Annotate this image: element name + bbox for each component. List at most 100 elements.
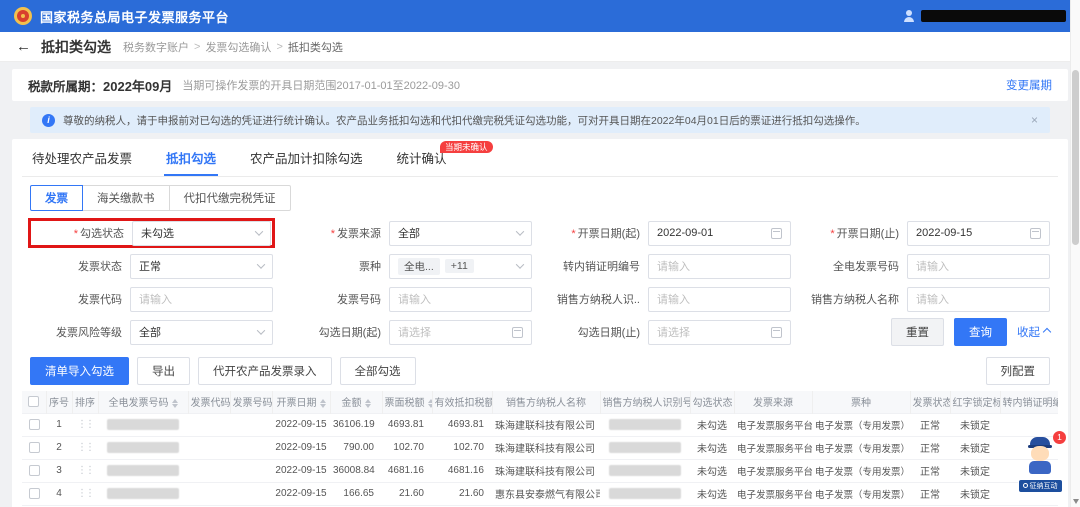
transfer-cert-no-input[interactable]: 请输入 (648, 253, 791, 279)
invoice-status-select[interactable]: 正常 (130, 253, 273, 279)
check-date-end-picker[interactable]: 请选择 (648, 319, 791, 345)
drag-handle-icon[interactable]: ⋮⋮ (77, 442, 95, 453)
col-red_lock: 红字锁定标志 (950, 391, 1001, 413)
invoice-source-select[interactable]: 全部 (389, 220, 532, 246)
filter-risk-level: 发票风险等级 全部 (30, 319, 273, 345)
col-tax[interactable]: 票面税额 (382, 391, 433, 413)
tab-pending-agri-invoices[interactable]: 待处理农产品发票 (30, 139, 134, 176)
scrollbar-thumb[interactable] (1072, 70, 1079, 245)
seller-tax-id-input[interactable]: 请输入 (648, 286, 791, 312)
select-all-button[interactable]: 全部勾选 (339, 357, 416, 385)
subtab-group: 发票 海关缴款书 代扣代缴完税凭证 (22, 177, 1058, 215)
cell-number (230, 436, 272, 460)
invoice-date-start-picker[interactable]: 2022-09-01 (648, 220, 791, 246)
close-icon[interactable]: × (1021, 113, 1038, 127)
col-label: 开票日期 (276, 398, 317, 410)
sort-icon[interactable] (319, 399, 326, 409)
cell-check_status: 未勾选 (690, 482, 734, 506)
row-checkbox[interactable] (28, 418, 40, 430)
cell-date: 2022-09-15 (272, 412, 330, 437)
check-status-select[interactable]: 未勾选 (132, 220, 271, 246)
tab-bar: 待处理农产品发票 抵扣勾选 农产品加计扣除勾选 统计确认 当期未确认 (22, 139, 1058, 177)
select-all-checkbox[interactable] (28, 396, 40, 408)
filter-label: 勾选日期(止) (577, 327, 640, 339)
cell-sel (22, 482, 46, 506)
col-digital_no[interactable]: 全电发票号码 (98, 391, 189, 413)
agri-invoice-entry-button[interactable]: 代开农产品发票录入 (198, 357, 332, 385)
assistant-label-text: 征纳互动 (1029, 482, 1058, 490)
row-checkbox[interactable] (28, 487, 40, 499)
tax-officer-mascot-icon[interactable] (1023, 437, 1057, 475)
check-date-start-picker[interactable]: 请选择 (389, 319, 532, 345)
cell-red_lock: 未锁定 (950, 412, 1000, 437)
chat-icon (1022, 483, 1028, 488)
reset-button[interactable]: 重置 (891, 318, 944, 346)
risk-level-select[interactable]: 全部 (130, 319, 273, 345)
breadcrumb-item-current: 抵扣类勾选 (287, 41, 343, 54)
cell-deductible: 21.60 (432, 482, 492, 506)
redacted-value (106, 487, 180, 499)
back-arrow-icon[interactable]: ← (16, 38, 31, 55)
breadcrumb-separator: > (194, 40, 201, 53)
filter-label: 发票状态 (78, 261, 122, 273)
cell-sel (22, 459, 46, 483)
invoice-date-end-picker[interactable]: 2022-09-15 (907, 220, 1050, 246)
cell-number (230, 412, 272, 437)
tab-agri-extra-deduction[interactable]: 农产品加计扣除勾选 (248, 139, 365, 176)
tab-deduction-check[interactable]: 抵扣勾选 (164, 139, 219, 176)
drag-handle-icon[interactable]: ⋮⋮ (77, 465, 95, 476)
invoice-type-multiselect[interactable]: 全电... +11 (389, 253, 532, 279)
app-title: 国家税务总局电子发票服务平台 (40, 9, 230, 25)
breadcrumb-item[interactable]: 发票勾选确认 (205, 39, 271, 55)
subtab-customs-payment[interactable]: 海关缴款书 (82, 185, 170, 211)
placeholder-text: 请输入 (398, 294, 431, 306)
row-checkbox[interactable] (28, 441, 40, 453)
cell-drag: ⋮⋮ (72, 459, 98, 483)
subtab-withholding-cert[interactable]: 代扣代缴完税凭证 (168, 185, 291, 211)
invoice-no-input[interactable]: 请输入 (389, 286, 532, 312)
scrollbar-down-arrow[interactable] (1073, 499, 1079, 504)
breadcrumb-item[interactable]: 税务数字账户 (123, 39, 189, 55)
change-period-link[interactable]: 变更属期 (1006, 77, 1052, 93)
assistant-widget[interactable]: 1 征纳互动 (1016, 431, 1066, 493)
redacted-value (106, 418, 180, 430)
user-icon[interactable] (903, 10, 915, 22)
cell-status: 正常 (910, 482, 950, 506)
sort-icon[interactable] (427, 399, 431, 409)
query-button[interactable]: 查询 (954, 318, 1007, 346)
column-config-button[interactable]: 列配置 (985, 357, 1050, 385)
cell-sel (22, 412, 46, 437)
page-scrollbar[interactable] (1070, 0, 1080, 507)
col-label: 金额 (341, 398, 362, 410)
sort-icon[interactable] (171, 399, 178, 409)
col-number: 发票号码 (230, 391, 273, 413)
collapse-link[interactable]: 收起 (1017, 324, 1052, 340)
cell-drag: ⋮⋮ (72, 482, 98, 506)
invoice-code-input[interactable]: 请输入 (130, 286, 273, 312)
cell-source: 电子发票服务平台 (734, 482, 812, 506)
select-value: 全部 (139, 327, 161, 339)
col-deductible[interactable]: 有效抵扣税额 (432, 391, 493, 413)
notice-banner: i 尊敬的纳税人，请于申报前对已勾选的凭证进行统计确认。农产品业务抵扣勾选和代扣… (30, 107, 1050, 133)
drag-handle-icon[interactable]: ⋮⋮ (77, 488, 95, 499)
export-button[interactable]: 导出 (137, 357, 190, 385)
subtab-invoice[interactable]: 发票 (30, 185, 83, 211)
cell-index: 1 (46, 412, 72, 437)
drag-handle-icon[interactable]: ⋮⋮ (77, 419, 95, 430)
row-checkbox[interactable] (28, 464, 40, 476)
seller-name-input[interactable]: 请输入 (907, 286, 1050, 312)
digital-invoice-no-input[interactable]: 请输入 (907, 253, 1050, 279)
col-amount[interactable]: 金额 (330, 391, 383, 413)
col-label: 序号 (49, 398, 69, 410)
tab-statistics-confirm[interactable]: 统计确认 当期未确认 (395, 139, 493, 176)
chevron-down-icon (256, 260, 266, 269)
calendar-icon (1030, 227, 1041, 239)
col-date[interactable]: 开票日期 (272, 391, 331, 413)
filter-label: 转内销证明编号 (563, 261, 640, 273)
import-check-button[interactable]: 清单导入勾选 (30, 357, 129, 385)
sort-icon[interactable] (364, 399, 371, 409)
cell-source: 电子发票服务平台 (734, 459, 812, 483)
user-name-redacted[interactable] (921, 10, 1066, 22)
breadcrumb-bar: ← 抵扣类勾选 税务数字账户 > 发票勾选确认 > 抵扣类勾选 (0, 32, 1080, 62)
assistant-label[interactable]: 征纳互动 (1017, 478, 1063, 493)
